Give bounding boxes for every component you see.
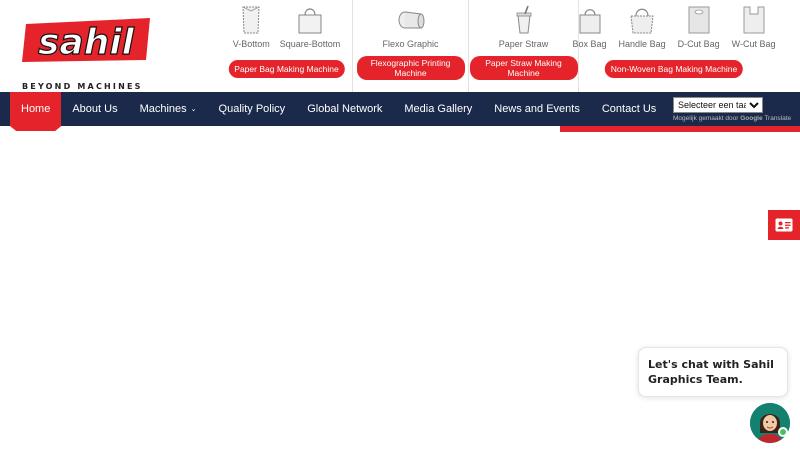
accent-strip bbox=[560, 126, 800, 132]
language-select[interactable]: Selecteer een taal bbox=[673, 97, 763, 113]
v-bottom-item[interactable]: V-Bottom bbox=[233, 4, 270, 49]
google-translate-widget: Selecteer een taal bbox=[673, 95, 763, 113]
translate-link[interactable]: Translate bbox=[764, 115, 791, 122]
nav-global-network-label: Global Network bbox=[307, 103, 383, 115]
nav-machines-label: Machines bbox=[139, 103, 187, 115]
nav-contact-us-label: Contact Us bbox=[601, 103, 657, 115]
site-header: sahil BEYOND MACHINES V-Bottom Square-Bo… bbox=[0, 0, 800, 92]
paper-straw-group: Paper Straw Paper Straw Making Machine bbox=[469, 0, 579, 92]
translate-powered-by: Mogelijk gemaakt door Google Translate bbox=[673, 115, 791, 122]
flexographic-printing-machine-button[interactable]: Flexographic Printing Machine bbox=[356, 56, 465, 80]
box-bag-label: Box Bag bbox=[572, 39, 607, 49]
v-bottom-label: V-Bottom bbox=[232, 39, 270, 49]
nav-home-label: Home bbox=[21, 103, 51, 115]
paper-bag-making-machine-button[interactable]: Paper Bag Making Machine bbox=[228, 60, 345, 78]
handle-bag-label: Handle Bag bbox=[618, 39, 666, 49]
nav-global-network[interactable]: Global Network bbox=[296, 92, 393, 126]
svg-text:sahil: sahil bbox=[38, 22, 135, 63]
d-cut-bag-label: D-Cut Bag bbox=[677, 39, 720, 49]
square-bottom-item[interactable]: Square-Bottom bbox=[279, 4, 341, 49]
powered-prefix: Mogelijk gemaakt door bbox=[673, 115, 739, 122]
nav-about-us-label: About Us bbox=[72, 103, 118, 115]
handle-bag-icon bbox=[626, 4, 658, 36]
chevron-down-icon: ⌄ bbox=[190, 106, 197, 113]
contact-card-icon bbox=[775, 218, 793, 232]
flexo-roll-icon bbox=[395, 4, 427, 36]
nav-news-and-events[interactable]: News and Events bbox=[483, 92, 591, 126]
google-logo-text[interactable]: Google bbox=[740, 115, 762, 122]
v-bottom-bag-icon bbox=[235, 4, 267, 36]
handle-bag-item[interactable]: Handle Bag bbox=[619, 4, 666, 49]
nav-contact-us[interactable]: Contact Us bbox=[591, 92, 667, 126]
sahil-logo[interactable]: sahil BEYOND MACHINES bbox=[20, 16, 155, 91]
chat-message: Let's chat with Sahil Graphics Team. bbox=[648, 358, 774, 386]
box-bag-item[interactable]: Box Bag bbox=[573, 4, 607, 49]
square-bottom-bag-icon bbox=[294, 4, 326, 36]
box-bag-icon bbox=[574, 4, 606, 36]
w-cut-bag-label: W-Cut Bag bbox=[731, 39, 776, 49]
logo-tagline: BEYOND MACHINES bbox=[22, 82, 143, 91]
contact-card-tab[interactable] bbox=[768, 210, 800, 240]
machine-categories: V-Bottom Square-Bottom Paper Bag Making … bbox=[221, 0, 775, 92]
chat-launcher[interactable] bbox=[750, 403, 790, 443]
non-woven-bag-making-machine-button[interactable]: Non-Woven Bag Making Machine bbox=[604, 60, 744, 78]
paper-straw-item[interactable]: Paper Straw bbox=[498, 4, 549, 49]
nav-quality-policy-label: Quality Policy bbox=[218, 103, 286, 115]
nav-machines[interactable]: Machines ⌄ bbox=[129, 92, 208, 126]
w-cut-bag-item[interactable]: W-Cut Bag bbox=[731, 4, 776, 49]
online-status-icon bbox=[778, 427, 788, 437]
flexo-graphic-label: Flexo Graphic bbox=[382, 39, 439, 49]
flexo-group: Flexo Graphic Flexographic Printing Mach… bbox=[353, 0, 469, 92]
chat-invite-bubble[interactable]: Let's chat with Sahil Graphics Team. bbox=[638, 347, 788, 397]
d-cut-bag-icon bbox=[683, 4, 715, 36]
flexo-graphic-item[interactable]: Flexo Graphic bbox=[382, 4, 439, 49]
nav-media-gallery-label: Media Gallery bbox=[404, 103, 473, 115]
paper-straw-label: Paper Straw bbox=[498, 39, 549, 49]
nav-news-and-events-label: News and Events bbox=[494, 103, 580, 115]
nav-home[interactable]: Home bbox=[10, 92, 62, 126]
nav-media-gallery[interactable]: Media Gallery bbox=[393, 92, 483, 126]
non-woven-group: Box Bag Handle Bag D-Cut Bag W-Cut Bag N… bbox=[573, 0, 775, 92]
paper-straw-icon bbox=[508, 4, 540, 36]
paper-bag-group: V-Bottom Square-Bottom Paper Bag Making … bbox=[221, 0, 353, 92]
sahil-logo-wordmark-icon: sahil bbox=[20, 16, 155, 64]
nav-about-us[interactable]: About Us bbox=[61, 92, 128, 126]
nav-quality-policy[interactable]: Quality Policy bbox=[208, 92, 297, 126]
w-cut-bag-icon bbox=[738, 4, 770, 36]
paper-straw-making-machine-button[interactable]: Paper Straw Making Machine bbox=[469, 56, 578, 80]
square-bottom-label: Square-Bottom bbox=[279, 39, 341, 49]
support-agent-avatar-icon bbox=[750, 403, 790, 443]
d-cut-bag-item[interactable]: D-Cut Bag bbox=[678, 4, 720, 49]
